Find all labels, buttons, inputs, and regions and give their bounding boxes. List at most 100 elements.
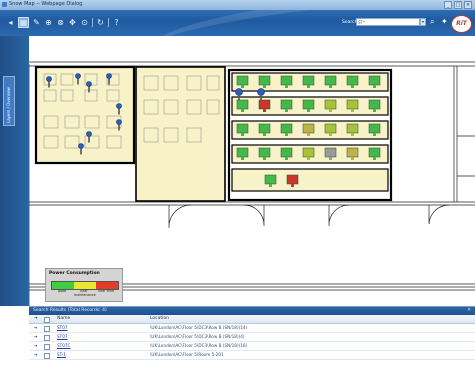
device-marker-icon[interactable] <box>116 103 122 109</box>
help-icon[interactable]: ? <box>112 18 121 27</box>
row-checkbox[interactable] <box>44 353 50 359</box>
row-name-link[interactable]: ST07 <box>57 333 68 341</box>
row-name-link[interactable]: ST07C <box>57 342 70 350</box>
search-input[interactable] <box>356 18 420 26</box>
refresh-icon[interactable]: ↻ <box>96 18 105 27</box>
window-titlebar: Snow Map -- Webpage Dialog _ □ × <box>0 0 475 10</box>
row-name-link[interactable]: ST-1 <box>57 351 66 359</box>
row-checkbox[interactable] <box>44 335 50 341</box>
rack-stand <box>329 133 332 136</box>
rack-2-3[interactable] <box>280 99 293 110</box>
rack-3-6[interactable] <box>346 123 359 134</box>
rit-logo: RiT <box>451 15 472 33</box>
rack-3-2[interactable] <box>258 123 271 134</box>
row-checkbox[interactable] <box>44 326 50 332</box>
rack-1-7[interactable] <box>368 75 381 86</box>
device-marker-icon[interactable] <box>257 88 265 96</box>
rack-1-1[interactable] <box>236 75 249 86</box>
rack-4-6[interactable] <box>346 147 359 158</box>
rack-stand <box>285 157 288 160</box>
table-row[interactable]: ➜ ST07C \UK\London\AC\Floor 5\DC3\Row B … <box>29 342 475 351</box>
table-row[interactable]: ➜ ST-1 \UK\London\AC\Floor 5\Room 5-201 <box>29 351 475 360</box>
side-tab[interactable]: Layers / Overview <box>3 76 15 126</box>
rack-2-5[interactable] <box>324 99 337 110</box>
device-marker-icon[interactable] <box>235 88 243 96</box>
row-arrow-icon[interactable]: ➜ <box>34 333 38 341</box>
floor-map[interactable] <box>29 36 475 306</box>
pin-icon[interactable]: ✕ <box>467 307 471 315</box>
room-2[interactable] <box>135 66 226 202</box>
search-dropdown[interactable]: ▾ <box>420 18 426 26</box>
pencil-icon[interactable]: ✎ <box>32 18 41 27</box>
device-marker-icon[interactable] <box>116 119 122 125</box>
rack-5-1[interactable] <box>264 174 277 185</box>
map-view-icon[interactable]: ▦ <box>18 17 29 28</box>
move-icon[interactable]: ✥ <box>68 18 77 27</box>
search-icon[interactable]: ⌕ <box>430 17 434 27</box>
rack-stand <box>373 133 376 136</box>
unlink-icon[interactable]: ⊗ <box>56 18 65 27</box>
rack-4-1[interactable] <box>236 147 249 158</box>
rack-1-3[interactable] <box>280 75 293 86</box>
rack-1-5[interactable] <box>324 75 337 86</box>
rack-4-4[interactable] <box>302 147 315 158</box>
rack-1-2[interactable] <box>258 75 271 86</box>
rack-2-2[interactable] <box>258 99 271 110</box>
rack-3-1[interactable] <box>236 123 249 134</box>
legend-label-near-limit: near limit <box>98 289 114 293</box>
table-row[interactable]: ➜ ST07 \UK\London\AC\Floor 5\DC3\Row B (… <box>29 324 475 333</box>
rack-2-7[interactable] <box>368 99 381 110</box>
rack-4-7[interactable] <box>368 147 381 158</box>
app-icon <box>2 2 7 7</box>
device-marker-icon[interactable] <box>75 73 81 79</box>
rack-3-3[interactable] <box>280 123 293 134</box>
rack-1-6[interactable] <box>346 75 359 86</box>
device-marker-icon[interactable] <box>106 73 112 79</box>
rack-stand <box>263 157 266 160</box>
rack-stand <box>263 133 266 136</box>
favorite-icon[interactable]: ✦ <box>441 17 448 26</box>
rack-2-4[interactable] <box>302 99 315 110</box>
rack-stand <box>351 133 354 136</box>
device-marker-icon[interactable] <box>78 143 84 149</box>
map-icon[interactable]: ◂ <box>6 18 15 27</box>
select-all-checkbox[interactable] <box>44 317 50 323</box>
rack-2-1[interactable] <box>236 99 249 110</box>
rack-stand <box>241 157 244 160</box>
rack-3-4[interactable] <box>302 123 315 134</box>
rack-4-3[interactable] <box>280 147 293 158</box>
maximize-icon[interactable]: □ <box>454 1 462 9</box>
device-marker-icon[interactable] <box>86 81 92 87</box>
rack-2-6[interactable] <box>346 99 359 110</box>
zoom-icon[interactable]: ⊙ <box>80 18 89 27</box>
row-arrow-icon[interactable]: ➜ <box>34 324 38 332</box>
column-name[interactable]: Name <box>57 315 70 323</box>
row-name-link[interactable]: ST07 <box>57 324 68 332</box>
device-marker-icon[interactable] <box>46 76 52 82</box>
rack-4-2[interactable] <box>258 147 271 158</box>
rack-stand <box>307 109 310 112</box>
device-marker-stem <box>88 86 90 93</box>
device-marker-stem <box>80 148 82 155</box>
table-row[interactable]: ➜ ST07 \UK\London\AC\Floor 5\DC3\Row B (… <box>29 333 475 342</box>
rack-stand <box>307 85 310 88</box>
link-icon[interactable]: ⊕ <box>44 18 53 27</box>
rack-4-5[interactable] <box>324 147 337 158</box>
row-arrow-icon[interactable]: ➜ <box>34 342 38 350</box>
rack-stand <box>263 109 266 112</box>
minimize-icon[interactable]: _ <box>444 1 452 9</box>
rack-stand <box>307 133 310 136</box>
rack-5-2[interactable] <box>286 174 299 185</box>
rack-3-5[interactable] <box>324 123 337 134</box>
rack-3-7[interactable] <box>368 123 381 134</box>
device-marker-stem <box>108 78 110 85</box>
floor-plan-svg[interactable] <box>29 36 475 306</box>
column-location[interactable]: Location <box>150 315 169 323</box>
row-arrow-icon[interactable]: ➜ <box>34 351 38 359</box>
device-marker-icon[interactable] <box>86 131 92 137</box>
row-checkbox[interactable] <box>44 344 50 350</box>
legend-swatch-near-maintenance <box>74 282 96 289</box>
close-icon[interactable]: × <box>464 1 472 9</box>
expand-all-icon[interactable]: ➜ <box>34 315 38 323</box>
rack-1-4[interactable] <box>302 75 315 86</box>
